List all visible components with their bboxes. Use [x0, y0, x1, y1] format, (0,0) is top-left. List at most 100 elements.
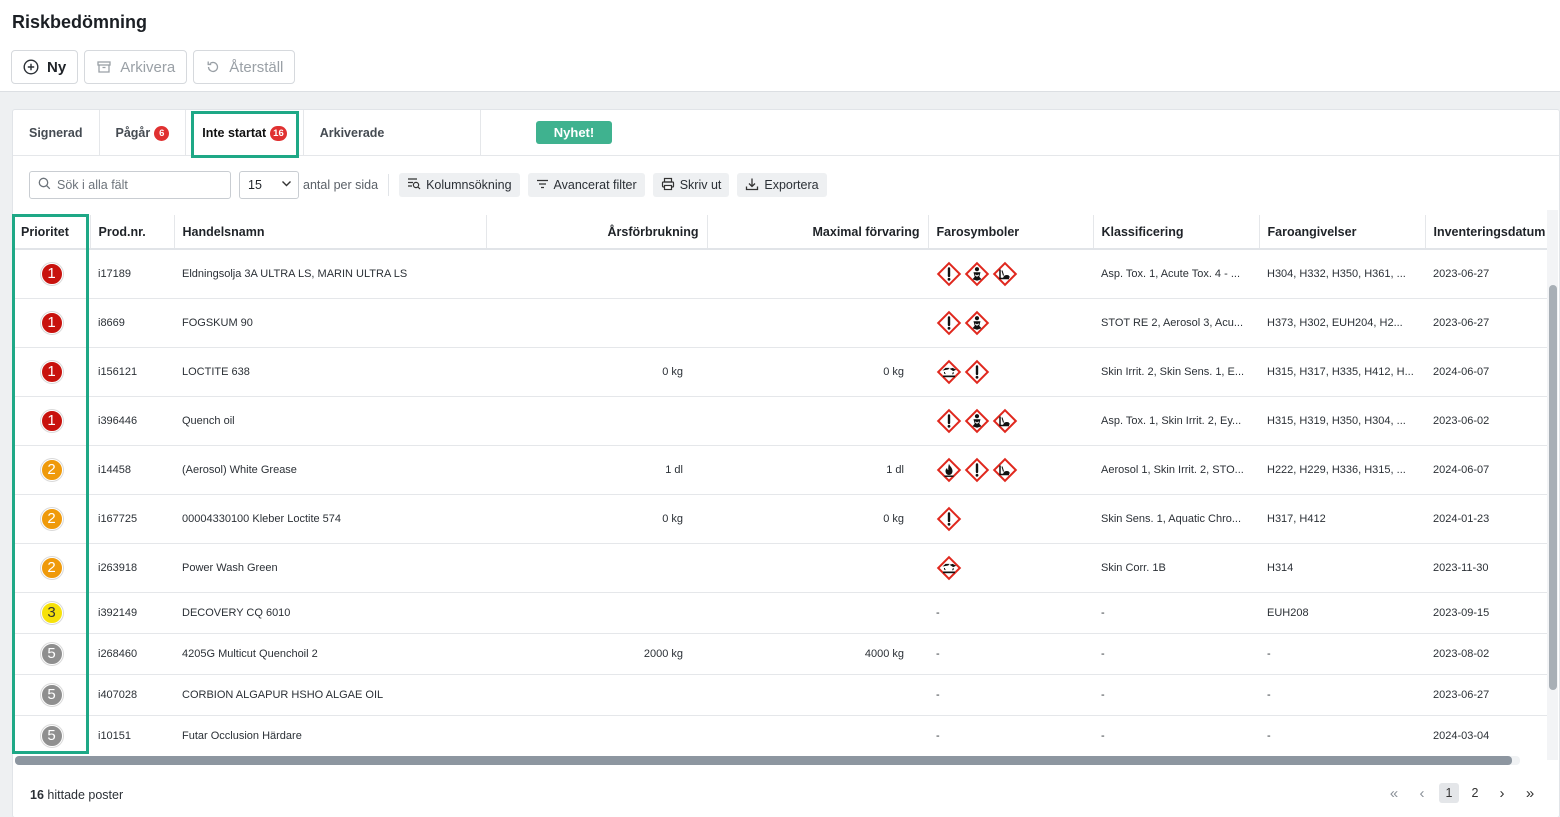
inventory-date-cell: 2024-06-07 [1425, 347, 1548, 397]
max-storage-cell: 4000 kg [707, 633, 928, 675]
table-row[interactable]: 5 i407028 CORBION ALGAPUR HSHO ALGAE OIL - -… [13, 674, 1548, 716]
filter-bar: 15 antal per sida Kolumnsökning Avancera… [29, 171, 827, 199]
tab-label: Signerad [29, 126, 83, 140]
scrollbar-thumb[interactable] [15, 756, 1512, 765]
product-number-cell: i263918 [90, 543, 174, 593]
last-page-icon[interactable]: » [1519, 782, 1541, 804]
classification-cell: - [1093, 592, 1259, 634]
news-badge[interactable]: Nyhet! [536, 121, 612, 144]
column-header-annual-use[interactable]: Årsförbrukning [486, 215, 708, 250]
product-number-cell: i156121 [90, 347, 174, 397]
new-button-label: Ny [47, 58, 67, 76]
product-number-cell: i17189 [90, 249, 174, 299]
exclamation-icon [964, 457, 990, 483]
scrollbar-thumb[interactable] [1549, 285, 1557, 690]
advanced-filter-button[interactable]: Avancerat filter [527, 173, 645, 197]
annual-use-cell [486, 396, 707, 446]
max-storage-cell [707, 674, 928, 716]
product-number-cell: i14458 [90, 445, 174, 495]
previous-page-icon[interactable]: ‹ [1411, 782, 1433, 804]
page-2-button[interactable]: 2 [1465, 783, 1485, 803]
table-row[interactable]: 2 i263918 Power Wash Green Skin Corr. 1B H31… [13, 543, 1548, 593]
hazard-symbols-cell [928, 445, 1093, 495]
hazard-symbols-cell [928, 347, 1093, 397]
tab-in-progress[interactable]: Pågår 6 [100, 110, 187, 156]
column-header-trade-name[interactable]: Handelsnamn [174, 215, 487, 250]
table-row[interactable]: 1 i8669 FOGSKUM 90 STOT RE 2, Aerosol 3, Ac… [13, 298, 1548, 348]
product-number-cell: i167725 [90, 494, 174, 544]
restore-button[interactable]: Återställ [193, 50, 296, 84]
archive-button[interactable]: Arkivera [84, 50, 188, 84]
inventory-date-cell: 2023-06-27 [1425, 249, 1548, 299]
column-header-classification[interactable]: Klassificering [1093, 215, 1260, 250]
inventory-date-cell: 2023-09-15 [1425, 592, 1548, 634]
advanced-filter-label: Avancerat filter [553, 178, 637, 192]
hazard-symbols-cell [928, 298, 1093, 348]
hazard-statements-cell: - [1259, 633, 1425, 675]
table-body: 1 i17189 Eldningsolja 3A ULTRA LS, MARIN U… [13, 249, 1548, 755]
hazard-statements-cell: H373, H302, EUH204, H2... [1259, 298, 1425, 348]
trade-name-cell: CORBION ALGAPUR HSHO ALGAE OIL [174, 674, 486, 716]
inventory-date-cell: 2024-06-07 [1425, 445, 1548, 495]
per-page-select[interactable]: 15 [239, 171, 299, 199]
hazard-symbols-cell [928, 494, 1093, 544]
table-row[interactable]: 1 i17189 Eldningsolja 3A ULTRA LS, MARIN U… [13, 249, 1548, 299]
first-page-icon[interactable]: « [1383, 782, 1405, 804]
workspace: Signerad Pågår 6 Inte startat 16 Arkiver… [0, 91, 1560, 817]
product-number-cell: i268460 [90, 633, 174, 675]
environment-icon [992, 408, 1018, 434]
divider [388, 174, 390, 196]
print-label: Skriv ut [679, 178, 722, 192]
risk-assessment-panel: Signerad Pågår 6 Inte startat 16 Arkiver… [12, 109, 1560, 817]
tab-not-started[interactable]: Inte startat 16 [186, 110, 304, 156]
table-row[interactable]: 1 i396446 Quench oil Asp. Tox. 1, Skin Irri… [13, 396, 1548, 446]
column-header-max-storage[interactable]: Maximal förvaring [707, 215, 929, 250]
exclamation-icon [936, 408, 962, 434]
corrosion-icon [936, 555, 962, 581]
inventory-date-cell: 2023-06-27 [1425, 674, 1548, 716]
column-header-inventory-date[interactable]: Inventeringsdatum [1425, 215, 1548, 250]
annual-use-cell: 1 dl [486, 445, 707, 495]
priority-cell: 1 [13, 347, 90, 397]
table-row[interactable]: 5 i10151 Futar Occlusion Härdare - - -2024-03… [13, 715, 1548, 755]
column-header-hazard-symbols[interactable]: Farosymboler [928, 215, 1094, 250]
max-storage-cell [707, 543, 928, 593]
search-input[interactable] [57, 178, 227, 192]
vertical-scrollbar[interactable] [1547, 210, 1558, 760]
hazard-symbols-cell: - [928, 715, 1093, 755]
priority-cell: 2 [13, 445, 90, 495]
horizontal-scrollbar[interactable] [15, 756, 1520, 765]
printer-icon [661, 177, 675, 194]
page-1-button[interactable]: 1 [1439, 783, 1459, 803]
table-row[interactable]: 2 i14458 (Aerosol) White Grease 1 dl 1 dl Aer… [13, 445, 1548, 495]
new-button[interactable]: Ny [11, 50, 79, 84]
restore-icon [205, 59, 221, 75]
table-row[interactable]: 5 i268460 4205G Multicut Quenchoil 2 2000 k… [13, 633, 1548, 675]
environment-icon [992, 457, 1018, 483]
table-row[interactable]: 1 i156121 LOCTITE 638 0 kg 0 kg Skin Irrit. 2… [13, 347, 1548, 397]
priority-badge: 5 [40, 642, 63, 665]
next-page-icon[interactable]: › [1491, 782, 1513, 804]
classification-cell: STOT RE 2, Aerosol 3, Acu... [1093, 298, 1259, 348]
print-button[interactable]: Skriv ut [652, 173, 730, 197]
column-header-priority[interactable]: Prioritet [13, 215, 91, 250]
export-label: Exportera [764, 178, 819, 192]
column-header-hazard-statements[interactable]: Faroangivelser [1259, 215, 1426, 250]
hazard-statements-cell: EUH208 [1259, 592, 1425, 634]
hazard-statements-cell: H314 [1259, 543, 1425, 593]
table-row[interactable]: 2 i167725 00004330100 Kleber Loctite 574 0 … [13, 494, 1548, 544]
export-button[interactable]: Exportera [737, 173, 827, 197]
column-search-button[interactable]: Kolumnsökning [399, 173, 520, 197]
max-storage-cell [707, 715, 928, 755]
tab-archived[interactable]: Arkiverade [304, 110, 482, 156]
tab-signed[interactable]: Signerad [13, 110, 100, 156]
column-header-prod-nr[interactable]: Prod.nr. [90, 215, 175, 250]
priority-cell: 3 [13, 592, 90, 634]
inventory-date-cell: 2024-03-04 [1425, 715, 1548, 755]
restore-button-label: Återställ [229, 58, 284, 76]
count-badge: 16 [270, 125, 287, 141]
status-tabs: Signerad Pågår 6 Inte startat 16 Arkiver… [13, 110, 1559, 156]
search-field[interactable] [29, 171, 231, 199]
trade-name-cell: Power Wash Green [174, 543, 486, 593]
table-row[interactable]: 3 i392149 DECOVERY CQ 6010- - EUH208 2023-09-… [13, 592, 1548, 634]
